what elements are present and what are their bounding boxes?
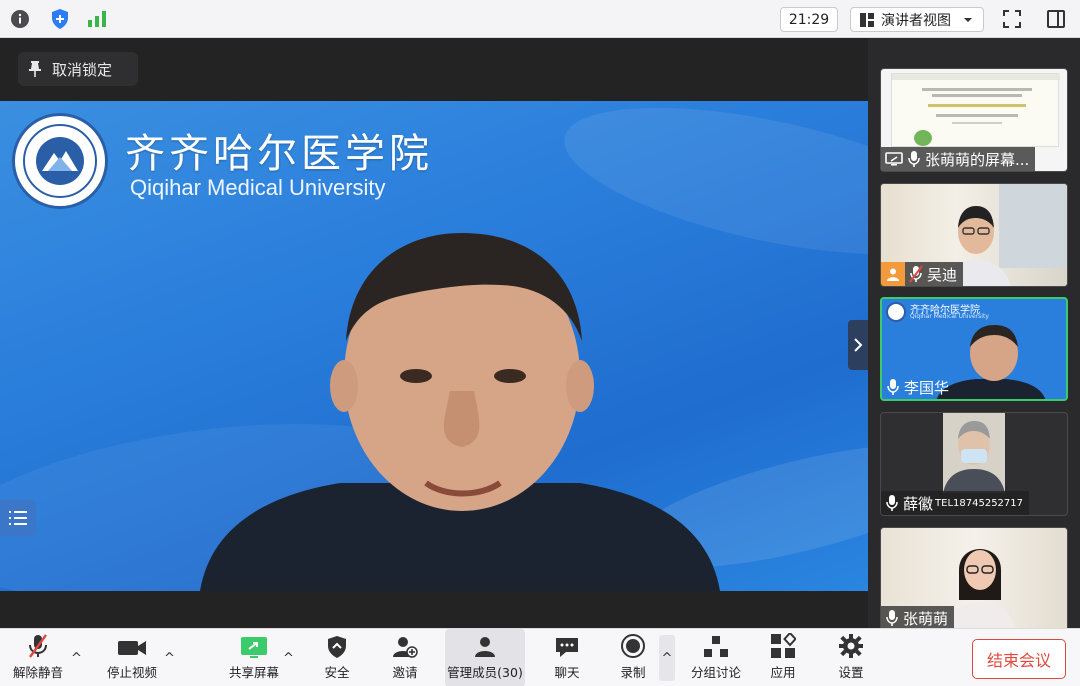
unpin-label: 取消锁定 bbox=[52, 60, 113, 79]
view-mode-dropdown[interactable]: 演讲者视图 bbox=[850, 7, 984, 32]
participant-name-bar: 张萌萌的屏幕... bbox=[881, 147, 1036, 171]
invite-button[interactable]: 邀请 bbox=[380, 629, 430, 686]
main-speaker-video[interactable]: 齐齐哈尔医学院 Qiqihar Medical University bbox=[0, 101, 868, 591]
time-text: 21:29 bbox=[788, 11, 830, 28]
participant-name: 李国华 bbox=[904, 378, 950, 397]
end-meeting-button[interactable]: 结束会议 bbox=[972, 639, 1066, 679]
manage-members-label: 管理成员(30) bbox=[447, 665, 523, 680]
microphone-muted-icon bbox=[909, 265, 923, 283]
participant-tile[interactable]: 齐齐哈尔医学院 Qiqihar Medical University 李国华 bbox=[880, 297, 1068, 401]
stop-video-button[interactable]: 停止视频 bbox=[100, 629, 164, 686]
microphone-icon bbox=[908, 151, 920, 167]
microphone-muted-icon bbox=[29, 634, 47, 658]
top-bar: 21:29 演讲者视图 bbox=[0, 0, 1080, 38]
settings-button[interactable]: 设置 bbox=[826, 629, 876, 686]
sidebar-toggle-icon[interactable] bbox=[1044, 7, 1068, 31]
participant-gallery: 张萌萌的屏幕... 吴迪 齐齐哈尔医学院 Qiqihar Medical Uni… bbox=[868, 38, 1080, 628]
list-icon bbox=[9, 511, 27, 525]
share-screen-button[interactable]: 共享屏幕 bbox=[224, 629, 284, 686]
info-icon[interactable] bbox=[8, 7, 32, 31]
record-label: 录制 bbox=[620, 665, 646, 680]
speaker-view-icon bbox=[860, 12, 874, 27]
settings-label: 设置 bbox=[838, 665, 864, 680]
stop-video-label: 停止视频 bbox=[106, 665, 157, 680]
pin-icon bbox=[29, 61, 41, 77]
participant-name: 薛徽 bbox=[903, 494, 934, 513]
participant-tile[interactable]: 薛徽 TEL18745252717 bbox=[880, 412, 1068, 516]
chat-label: 聊天 bbox=[554, 665, 580, 680]
signal-icon[interactable] bbox=[85, 7, 109, 31]
speaker-figure bbox=[200, 233, 720, 591]
breakout-rooms-button[interactable]: 分组讨论 bbox=[688, 629, 744, 686]
chat-button[interactable]: 聊天 bbox=[542, 629, 592, 686]
shared-slide-thumbnail bbox=[891, 73, 1060, 147]
screen-share-icon bbox=[885, 152, 903, 166]
participant-name: 张萌萌 bbox=[903, 609, 949, 628]
breakout-rooms-icon bbox=[704, 636, 728, 657]
apps-button[interactable]: 应用 bbox=[758, 629, 808, 686]
microphone-icon bbox=[886, 610, 898, 626]
tile-logo bbox=[886, 302, 906, 322]
end-meeting-label: 结束会议 bbox=[986, 651, 1051, 670]
fullscreen-icon[interactable] bbox=[1000, 7, 1024, 31]
participant-tile[interactable]: 张萌萌 bbox=[880, 527, 1068, 628]
participant-name-bar: 张萌萌 bbox=[881, 606, 955, 628]
record-options-caret[interactable]: ^ bbox=[659, 635, 675, 681]
unmute-label: 解除静音 bbox=[12, 665, 63, 680]
meeting-clock: 21:29 bbox=[780, 7, 838, 32]
shield-icon[interactable] bbox=[48, 7, 72, 31]
apps-icon bbox=[771, 633, 796, 658]
meeting-window: 21:29 演讲者视图 取消锁定 齐齐哈尔医学院 Qiqihar Medical… bbox=[0, 0, 1080, 686]
video-options-caret[interactable]: ^ bbox=[164, 651, 175, 666]
participant-tile[interactable]: 吴迪 bbox=[880, 183, 1068, 287]
share-screen-label: 共享屏幕 bbox=[228, 665, 279, 680]
invite-label: 邀请 bbox=[392, 665, 418, 680]
users-icon bbox=[475, 637, 495, 657]
participant-tile[interactable]: 张萌萌的屏幕... bbox=[880, 68, 1068, 172]
security-label: 安全 bbox=[324, 665, 350, 680]
audio-options-caret[interactable]: ^ bbox=[71, 651, 82, 666]
participant-name: 吴迪 bbox=[927, 265, 958, 284]
participant-name-bar: 薛徽 TEL18745252717 bbox=[881, 491, 1029, 515]
participant-name-bar: 吴迪 bbox=[881, 262, 964, 286]
microphone-icon bbox=[887, 379, 899, 395]
record-button[interactable]: 录制 bbox=[608, 629, 658, 686]
participant-name: 张萌萌的屏幕... bbox=[925, 150, 1030, 169]
apps-label: 应用 bbox=[770, 665, 796, 680]
shield-icon bbox=[328, 636, 346, 658]
gear-icon bbox=[839, 634, 863, 658]
gallery-collapse-button[interactable] bbox=[848, 320, 868, 370]
record-icon bbox=[621, 634, 645, 658]
university-logo bbox=[12, 113, 108, 209]
unmute-button[interactable]: 解除静音 bbox=[8, 629, 68, 686]
participant-name-bar: 李国华 bbox=[882, 375, 955, 399]
main-stage: 取消锁定 齐齐哈尔医学院 Qiqihar Medical University bbox=[0, 38, 868, 628]
avatar-icon bbox=[881, 262, 905, 286]
video-camera-icon bbox=[118, 641, 146, 655]
microphone-icon bbox=[886, 495, 898, 511]
participant-video-inset bbox=[943, 413, 1005, 493]
participant-phone: TEL18745252717 bbox=[935, 497, 1023, 509]
participant-figure bbox=[945, 549, 1015, 628]
view-mode-label: 演讲者视图 bbox=[881, 12, 951, 29]
manage-members-button[interactable]: 管理成员(30) bbox=[445, 629, 525, 686]
chat-icon bbox=[556, 638, 578, 657]
participant-list-toggle[interactable] bbox=[0, 500, 36, 536]
chevron-down-icon bbox=[964, 17, 972, 22]
security-button[interactable]: 安全 bbox=[312, 629, 362, 686]
share-screen-icon bbox=[241, 637, 267, 658]
breakout-rooms-label: 分组讨论 bbox=[690, 665, 741, 680]
share-options-caret[interactable]: ^ bbox=[283, 651, 294, 666]
unpin-button[interactable]: 取消锁定 bbox=[18, 52, 138, 86]
chevron-right-icon bbox=[854, 338, 863, 352]
meeting-toolbar: 解除静音 ^ 停止视频 ^ 共享屏幕 ^ 安全 邀请 管理成员(30) 聊天 录… bbox=[0, 628, 1080, 686]
university-name-cn: 齐齐哈尔医学院 bbox=[125, 131, 433, 177]
add-user-icon bbox=[393, 637, 418, 658]
university-name-en: Qiqihar Medical University bbox=[130, 175, 386, 200]
